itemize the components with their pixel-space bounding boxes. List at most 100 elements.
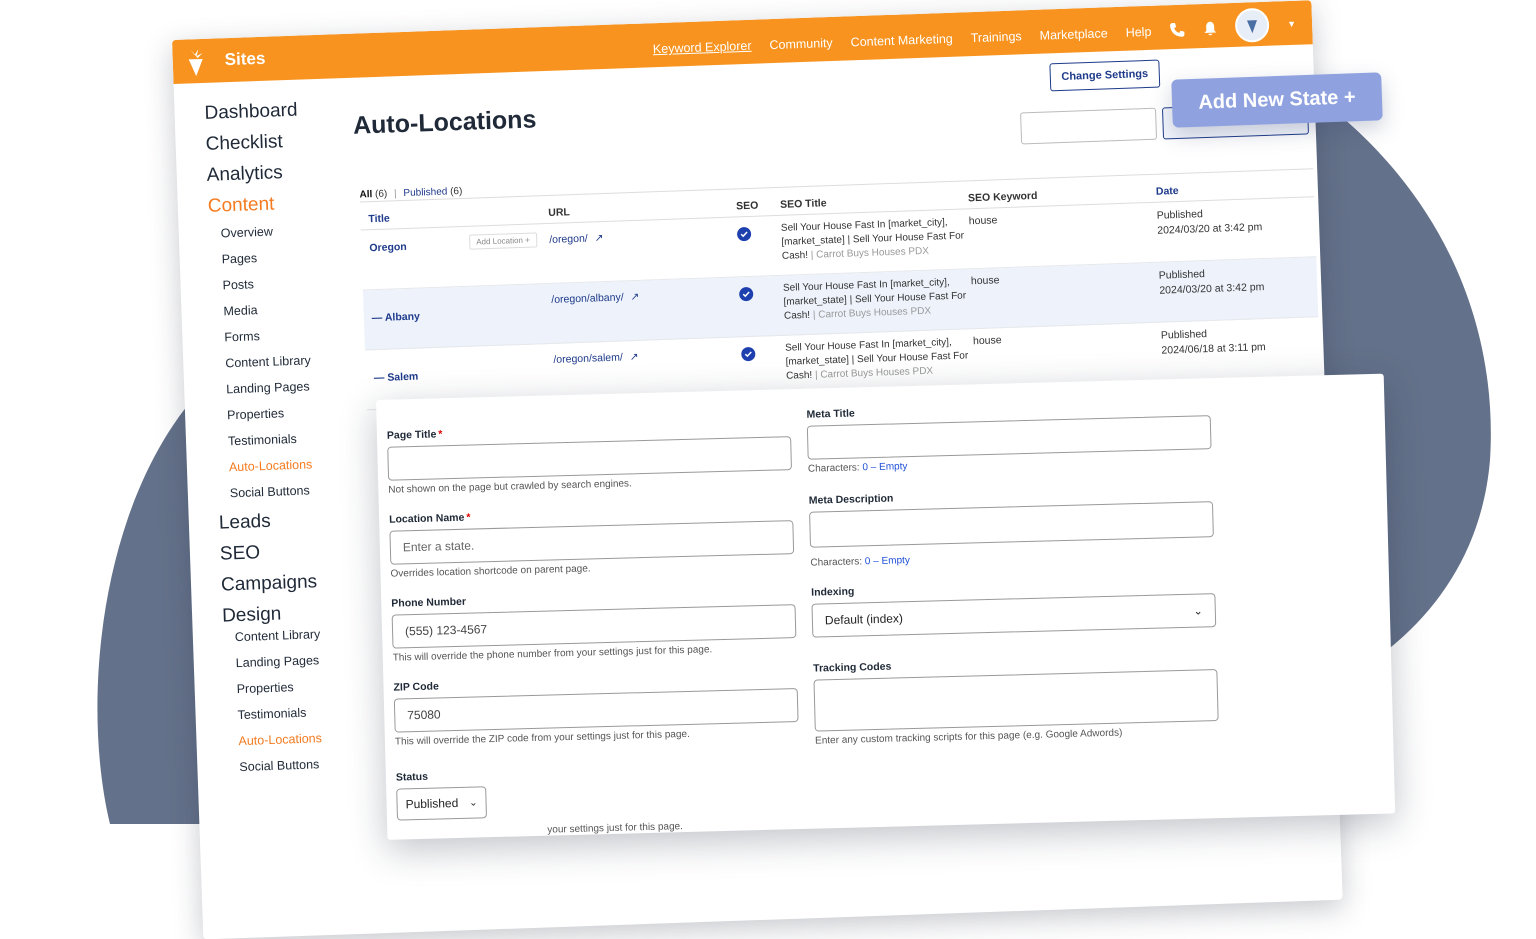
row-url-link[interactable]: /oregon/salem/: [553, 351, 623, 365]
nav-keyword-explorer[interactable]: Keyword Explorer: [653, 39, 752, 56]
page-title: Auto-Locations: [352, 105, 537, 140]
meta-description-textarea[interactable]: [809, 501, 1214, 548]
external-link-icon[interactable]: ↗: [630, 351, 639, 363]
row-seo-site: | Carrot Buys Houses PDX: [814, 365, 934, 381]
page-title-label: Page Title: [386, 428, 437, 442]
sidebar-subitem-design-landing-pages[interactable]: Landing Pages: [236, 651, 374, 670]
meta-title-input[interactable]: [806, 415, 1212, 460]
sidebar-item-content[interactable]: Content: [207, 191, 358, 218]
required-marker: *: [438, 428, 443, 441]
status-label: Status: [395, 770, 429, 784]
meta-title-chars-value: 0 – Empty: [862, 461, 908, 474]
tracking-codes-field: Tracking Codes Enter any custom tracking…: [813, 652, 1219, 747]
indexing-field: Indexing Default (index) ⌄: [811, 576, 1217, 638]
nav-content-marketing[interactable]: Content Marketing: [850, 32, 953, 50]
page-title-input[interactable]: [387, 436, 792, 481]
zip-code-field: ZIP Code 75080 This will override the ZI…: [393, 671, 799, 748]
sidebar-subitem-properties[interactable]: Properties: [227, 403, 365, 422]
phone-number-input[interactable]: (555) 123-4567: [391, 604, 797, 649]
sidebar-subitem-testimonials[interactable]: Testimonials: [228, 429, 366, 448]
nav-help[interactable]: Help: [1125, 25, 1151, 40]
filter-published[interactable]: Published: [403, 186, 447, 199]
header-title[interactable]: Title: [360, 207, 548, 226]
sidebar-subitem-design-content-library[interactable]: Content Library: [235, 625, 373, 644]
page-title-field: Page Title * Not shown on the page but cr…: [387, 419, 793, 496]
search-input[interactable]: [1020, 107, 1158, 145]
bell-icon[interactable]: [1203, 20, 1218, 39]
row-seo-site: | Carrot Buys Houses PDX: [810, 245, 930, 261]
seo-check-icon: [738, 286, 754, 302]
row-title-link[interactable]: — Salem: [374, 371, 419, 385]
filter-all[interactable]: All: [359, 189, 372, 200]
sidebar-item-design[interactable]: Design: [222, 600, 373, 627]
top-nav: Keyword Explorer Community Content Marke…: [652, 7, 1296, 63]
footer-help: your settings just for this page.: [547, 821, 684, 836]
row-title-link[interactable]: Oregon: [369, 241, 407, 254]
sidebar-subitem-design-social-buttons[interactable]: Social Buttons: [239, 755, 377, 774]
status-value: Published: [405, 795, 459, 812]
external-link-icon[interactable]: ↗: [630, 291, 639, 303]
header-seo-title: SEO Title: [779, 197, 827, 211]
meta-title-chars-label: Characters:: [807, 462, 860, 475]
sidebar-subitem-design-properties[interactable]: Properties: [236, 677, 374, 696]
location-name-input[interactable]: Enter a state.: [389, 520, 795, 565]
add-new-state-button[interactable]: Add New State +: [1171, 72, 1383, 128]
header-date[interactable]: Date: [1156, 181, 1306, 198]
sidebar-subitem-social-buttons[interactable]: Social Buttons: [230, 481, 368, 500]
external-link-icon[interactable]: ↗: [594, 232, 603, 244]
filter-all-count: (6): [374, 188, 388, 201]
change-settings-button[interactable]: Change Settings: [1049, 59, 1161, 92]
sidebar-subitem-design-testimonials[interactable]: Testimonials: [237, 703, 375, 722]
carrot-logo-icon[interactable]: [182, 47, 209, 83]
filter-separator: |: [393, 188, 397, 200]
sidebar-subitem-overview[interactable]: Overview: [221, 222, 359, 241]
nav-community[interactable]: Community: [769, 36, 833, 52]
chevron-down-icon[interactable]: ▼: [1287, 19, 1296, 29]
sidebar-subitem-posts[interactable]: Posts: [222, 274, 360, 292]
meta-description-chars-label: Characters:: [810, 556, 863, 569]
filter-published-count: (6): [449, 185, 463, 198]
row-url-link[interactable]: /oregon/: [549, 233, 588, 246]
row-keyword: house: [972, 334, 1002, 348]
sidebar-subitem-landing-pages[interactable]: Landing Pages: [226, 378, 364, 396]
auto-locations-table: Title URL SEO SEO Title SEO Keyword Date…: [359, 168, 1321, 411]
nav-trainings[interactable]: Trainings: [970, 29, 1021, 45]
sidebar-item-analytics[interactable]: Analytics: [206, 160, 357, 187]
chevron-down-icon: ⌄: [469, 796, 478, 809]
sidebar-subitem-content-library[interactable]: Content Library: [225, 352, 363, 370]
sidebar-subitem-media[interactable]: Media: [223, 300, 361, 318]
indexing-value: Default (index): [824, 611, 904, 628]
plus-icon: +: [524, 235, 530, 245]
row-url-link[interactable]: /oregon/albany/: [551, 291, 624, 306]
location-name-label: Location Name: [388, 511, 465, 526]
avatar[interactable]: [1234, 7, 1270, 43]
zip-code-input[interactable]: 75080: [393, 688, 799, 733]
app-title[interactable]: Sites: [224, 49, 265, 70]
indexing-select[interactable]: Default (index) ⌄: [811, 593, 1217, 638]
sidebar-subitem-design-auto-locations[interactable]: Auto-Locations: [238, 729, 376, 748]
location-name-field: Location Name * Enter a state. Overrides …: [389, 503, 795, 580]
tracking-codes-textarea[interactable]: [813, 669, 1219, 732]
sidebar-item-checklist[interactable]: Checklist: [205, 129, 356, 156]
phone-icon[interactable]: [1169, 21, 1186, 41]
add-location-button[interactable]: Add Location +: [468, 232, 538, 250]
sidebar-subitem-auto-locations[interactable]: Auto-Locations: [229, 455, 367, 474]
chevron-down-icon: ⌄: [1193, 604, 1203, 618]
row-title-link[interactable]: — Albany: [372, 311, 420, 325]
seo-check-icon: [741, 346, 756, 362]
edit-location-form: Page Title * Not shown on the page but cr…: [376, 373, 1396, 840]
sidebar-item-leads[interactable]: Leads: [219, 507, 370, 534]
seo-check-icon: [736, 226, 752, 242]
sidebar: Dashboard Checklist Analytics Content Ov…: [204, 98, 378, 787]
sidebar-subitem-pages[interactable]: Pages: [221, 248, 359, 266]
sidebar-subitem-forms[interactable]: Forms: [224, 326, 362, 344]
sidebar-item-seo[interactable]: SEO: [220, 538, 371, 565]
meta-title-field: Meta Title Characters: 0 – Empty: [806, 398, 1212, 475]
row-seo-site: | Carrot Buys Houses PDX: [812, 305, 932, 321]
status-select[interactable]: Published ⌄: [396, 786, 487, 821]
sidebar-item-campaigns[interactable]: Campaigns: [221, 569, 372, 596]
phone-number-field: Phone Number (555) 123-4567 This will ov…: [391, 587, 797, 664]
sidebar-item-dashboard[interactable]: Dashboard: [204, 98, 355, 125]
nav-marketplace[interactable]: Marketplace: [1039, 26, 1108, 42]
row-keyword: house: [968, 214, 998, 228]
